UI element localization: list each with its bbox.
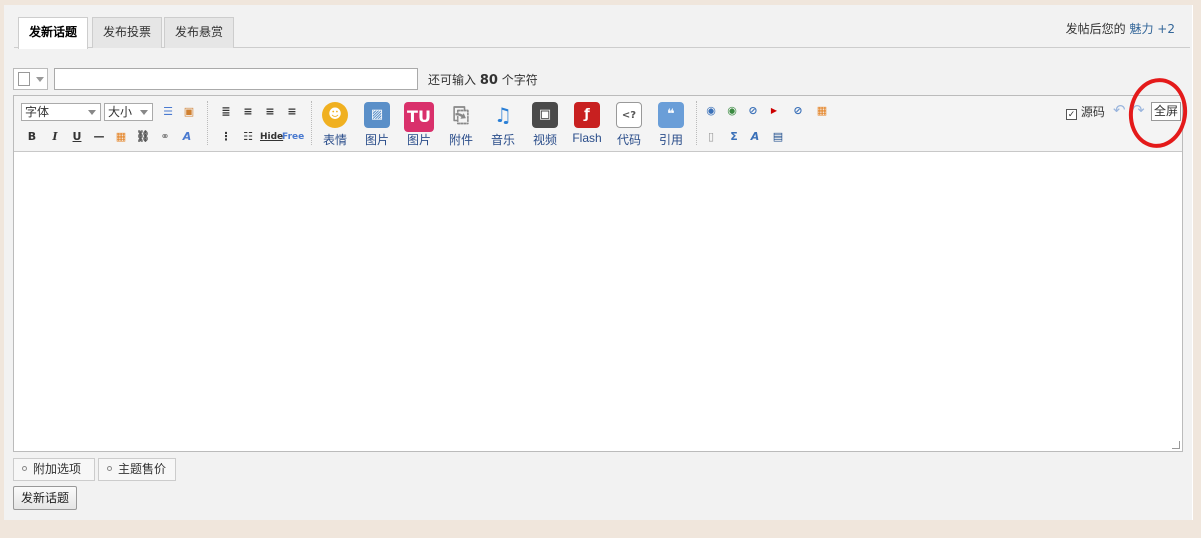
- tab-new-topic[interactable]: 发新话题: [18, 17, 89, 49]
- undo-icon[interactable]: ↶: [1113, 101, 1126, 119]
- topic-type-select[interactable]: [13, 68, 48, 90]
- size-select-label: 大小: [108, 105, 133, 119]
- bold-button[interactable]: B: [24, 129, 40, 145]
- video-label: 视频: [532, 133, 557, 147]
- tab-poll[interactable]: 发布投票: [92, 17, 163, 48]
- editor: 字体 大小 ☰ ▣ B I U — ▦ ⛓ ⚭ A ≣ ≡ ≡ ≡ ⋮ ☷ Hi…: [13, 95, 1183, 452]
- remain-count: 80: [479, 73, 498, 88]
- free-button[interactable]: Free: [282, 129, 304, 145]
- charm-prefix: 发帖后您的: [1065, 22, 1126, 36]
- palette-icon[interactable]: ▦: [814, 103, 830, 119]
- charm-notice: 发帖后您的 魅力 +2: [1066, 20, 1175, 37]
- document-icon: [18, 72, 30, 86]
- align-center-icon[interactable]: ≡: [262, 104, 278, 120]
- size-select[interactable]: 大小: [104, 103, 153, 121]
- tab-reward[interactable]: 发布悬赏: [164, 17, 235, 48]
- smiley-icon: ☻: [322, 102, 348, 128]
- unordered-list-icon[interactable]: ☷: [240, 129, 256, 145]
- flash-icon: ƒ: [574, 102, 600, 128]
- page-icon[interactable]: ▯: [703, 129, 719, 145]
- link-icon[interactable]: ⛓: [135, 129, 151, 145]
- web-media-icon[interactable]: ◉: [703, 103, 719, 119]
- bullet-icon: [107, 466, 112, 471]
- safari-icon[interactable]: ⊘: [790, 103, 806, 119]
- checkbox-icon[interactable]: ✓: [1066, 109, 1077, 120]
- music-icon: ♫: [494, 103, 512, 127]
- film-icon[interactable]: ▤: [770, 129, 786, 145]
- line-height-icon[interactable]: ☰: [160, 104, 176, 120]
- image-icon: ▨: [364, 102, 390, 128]
- background-icon[interactable]: ▣: [181, 104, 197, 120]
- horizontal-rule-icon[interactable]: —: [91, 129, 107, 145]
- quote-icon: ❝: [658, 102, 684, 128]
- hide-button[interactable]: Hide: [260, 129, 283, 145]
- source-toggle[interactable]: ✓ 源码: [1066, 103, 1105, 120]
- youtube-icon[interactable]: ▶: [766, 103, 782, 119]
- topic-price-button[interactable]: 主题售价: [98, 458, 176, 481]
- smiley-label: 表情: [322, 133, 347, 147]
- code-icon: <?: [616, 102, 642, 128]
- image-button[interactable]: ▨ 图片: [359, 102, 395, 148]
- video-button[interactable]: ▣ 视频: [527, 102, 563, 148]
- quote-button[interactable]: ❝ 引用: [653, 102, 689, 148]
- underline-button[interactable]: U: [69, 129, 85, 145]
- unlink-icon[interactable]: ⚭: [157, 129, 173, 145]
- font-select[interactable]: 字体: [21, 103, 101, 121]
- subject-input[interactable]: [54, 68, 418, 90]
- editor-textarea[interactable]: [14, 153, 1182, 451]
- quote-label: 引用: [658, 133, 683, 147]
- bullet-icon: [22, 466, 27, 471]
- attachment-label: 附件: [448, 133, 473, 147]
- source-label: 源码: [1080, 105, 1105, 119]
- flash-label: Flash: [572, 131, 602, 145]
- music-button[interactable]: ♫ 音乐: [485, 102, 521, 148]
- tu-upload-icon: TU: [404, 102, 434, 132]
- align-right-icon[interactable]: ≡: [284, 104, 300, 120]
- image-label: 图片: [364, 133, 389, 147]
- toolbar-separator: [207, 101, 208, 145]
- formula-icon[interactable]: Σ: [726, 129, 742, 145]
- music-label: 音乐: [490, 133, 515, 147]
- tu-upload-label: 图片: [406, 133, 431, 147]
- color-picker-icon[interactable]: ▦: [113, 129, 129, 145]
- extra-options-label: 附加选项: [33, 462, 82, 476]
- charm-value: +2: [1157, 22, 1175, 36]
- extra-options-button[interactable]: 附加选项: [13, 458, 95, 481]
- resize-handle-icon[interactable]: [1172, 441, 1180, 449]
- align-left-icon[interactable]: ≡: [240, 104, 256, 120]
- flash-button[interactable]: ƒ Flash: [569, 102, 605, 145]
- chevron-down-icon: [36, 77, 44, 82]
- remain-suffix: 个字符: [501, 73, 538, 87]
- editor-toolbar: 字体 大小 ☰ ▣ B I U — ▦ ⛓ ⚭ A ≣ ≡ ≡ ≡ ⋮ ☷ Hi…: [14, 96, 1182, 152]
- toolbar-separator: [696, 101, 697, 145]
- video-icon: ▣: [532, 102, 558, 128]
- code-label: 代码: [616, 133, 641, 147]
- chevron-down-icon: [88, 110, 96, 115]
- web-audio-icon[interactable]: ◉: [724, 103, 740, 119]
- charm-attr: 魅力: [1129, 22, 1154, 36]
- toolbar-separator: [311, 101, 312, 145]
- tu-upload-button[interactable]: TU 图片: [401, 102, 437, 148]
- ordered-list-icon[interactable]: ⋮: [218, 129, 234, 145]
- char-remaining: 还可输入 80 个字符: [428, 71, 538, 88]
- submit-topic-button[interactable]: 发新话题: [13, 486, 77, 510]
- paperclip-icon: ⎘: [453, 103, 469, 127]
- font-style-icon[interactable]: A: [747, 129, 763, 145]
- topic-price-label: 主题售价: [118, 462, 167, 476]
- chevron-down-icon: [140, 110, 148, 115]
- post-type-tabs: 发新话题 发布投票 发布悬赏: [14, 13, 1190, 49]
- justify-icon[interactable]: ≣: [218, 104, 234, 120]
- font-select-label: 字体: [25, 105, 50, 119]
- italic-button[interactable]: I: [47, 129, 63, 145]
- attachment-button[interactable]: ⎘ 附件: [443, 102, 479, 148]
- smiley-button[interactable]: ☻ 表情: [317, 102, 353, 148]
- code-button[interactable]: <? 代码: [611, 102, 647, 148]
- compass-icon[interactable]: ⊘: [745, 103, 761, 119]
- clear-format-icon[interactable]: A: [179, 129, 195, 145]
- remain-prefix: 还可输入: [428, 73, 477, 87]
